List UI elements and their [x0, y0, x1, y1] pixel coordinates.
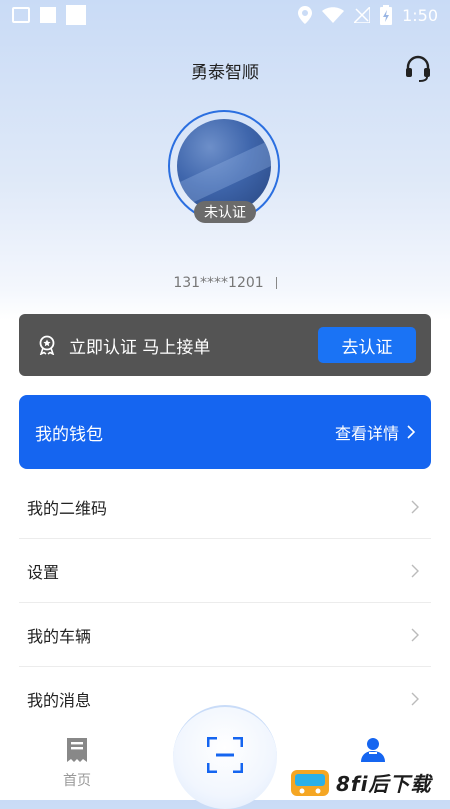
image-notification-icon: [12, 7, 30, 23]
chevron-right-icon: [411, 564, 419, 577]
page-title: 勇泰智顺: [191, 63, 259, 83]
wallet-title: 我的钱包: [35, 424, 103, 445]
divider: [275, 277, 277, 289]
wifi-icon: [322, 7, 345, 23]
square-notification-icon: [40, 7, 56, 23]
battery-icon: [380, 5, 393, 25]
scan-button[interactable]: [173, 705, 277, 809]
status-bar: 1:50: [0, 0, 450, 30]
menu-list: 我的二维码 设置 我的车辆 我的消息: [19, 475, 431, 731]
status-left: [12, 5, 86, 25]
wallet-detail-link[interactable]: 查看详情: [335, 420, 415, 444]
wallet-detail-label: 查看详情: [334, 424, 399, 443]
verify-banner: 立即认证 马上接单 去认证: [19, 314, 431, 376]
tab-home-label: 首页: [63, 773, 91, 789]
cert-status-badge: 未认证: [194, 201, 256, 223]
menu-item-settings[interactable]: 设置: [19, 539, 431, 603]
avatar[interactable]: [177, 119, 271, 213]
headset-icon[interactable]: [404, 54, 432, 82]
chevron-right-icon: [411, 500, 419, 513]
wallet-card[interactable]: 我的钱包 查看详情: [19, 395, 431, 469]
home-doc-icon: [67, 738, 87, 762]
award-icon: [39, 335, 55, 355]
menu-item-label: 我的车辆: [27, 626, 92, 646]
phone-row: 131****1201: [0, 275, 450, 291]
tab-home[interactable]: 首页: [48, 736, 106, 790]
signal-off-icon: [354, 7, 371, 23]
status-time: 1:50: [402, 5, 438, 25]
menu-item-vehicles[interactable]: 我的车辆: [19, 603, 431, 667]
square-notification-icon: [66, 5, 86, 25]
chevron-right-icon: [407, 425, 415, 439]
scan-icon: [207, 737, 243, 773]
phone-number: 131****1201: [173, 275, 264, 291]
menu-item-label: 我的消息: [27, 691, 92, 710]
watermark-text: 8fi后下载: [336, 771, 432, 796]
watermark-logo-icon: [291, 770, 329, 796]
chevron-right-icon: [411, 692, 419, 706]
menu-item-qrcode[interactable]: 我的二维码: [19, 475, 431, 539]
chevron-right-icon: [411, 628, 419, 641]
tab-me[interactable]: [358, 736, 388, 766]
location-icon: [298, 6, 313, 24]
verify-text: 立即认证 马上接单: [69, 337, 211, 358]
menu-item-label: 我的二维码: [27, 498, 108, 518]
status-right: 1:50: [298, 5, 438, 25]
user-icon: [361, 738, 385, 762]
verify-button[interactable]: 去认证: [318, 327, 416, 363]
watermark: 8fi后下载: [290, 764, 450, 800]
menu-item-label: 设置: [27, 562, 60, 582]
